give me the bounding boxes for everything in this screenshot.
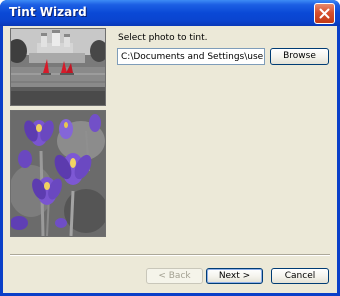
dialog-body: Select photo to tint. Browse < Back Next… (3, 26, 337, 293)
window-title: Tint Wizard (9, 5, 87, 19)
title-bar[interactable]: Tint Wizard (0, 0, 340, 26)
purple-crocus-photo (10, 110, 106, 237)
browse-button[interactable]: Browse (270, 48, 329, 65)
castle-river-photo (10, 28, 106, 106)
photo-path-input[interactable] (117, 48, 265, 65)
next-button[interactable]: Next > (206, 268, 263, 284)
back-button[interactable]: < Back (146, 268, 203, 284)
select-photo-label: Select photo to tint. (118, 33, 208, 43)
wizard-window: Tint Wizard Select photo to tint. C:\Doc… (0, 0, 340, 296)
cancel-button[interactable]: Cancel (271, 268, 329, 284)
close-icon (319, 8, 330, 19)
close-button[interactable] (314, 3, 335, 24)
footer-divider-highlight (10, 255, 330, 256)
